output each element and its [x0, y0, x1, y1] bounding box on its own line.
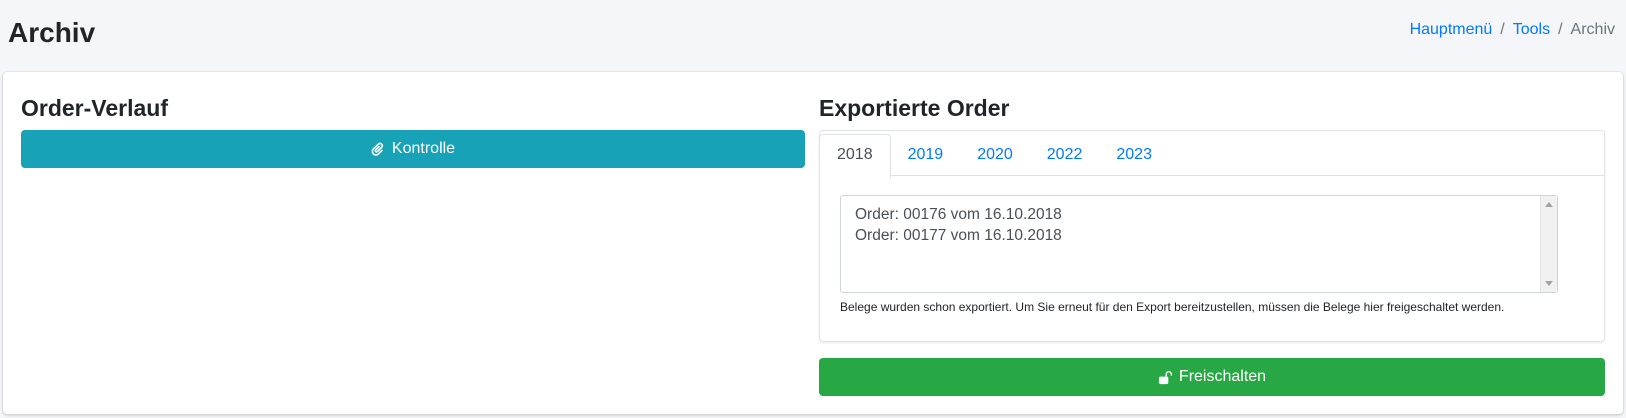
year-tabs-card: 2018 2019 2020 2022 2023 Order: 00176 vo… [819, 130, 1605, 342]
tab-2023[interactable]: 2023 [1099, 133, 1169, 175]
year-tabs: 2018 2019 2020 2022 2023 [819, 131, 1604, 179]
exported-orders-section: Exportierte Order 2018 2019 2020 2022 20… [819, 94, 1605, 396]
page-title: Archiv [8, 17, 96, 48]
paperclip-icon [371, 142, 384, 156]
scroll-down-icon[interactable] [1545, 281, 1553, 286]
tab-content: Order: 00176 vom 16.10.2018 Order: 00177… [820, 176, 1604, 315]
order-history-title: Order-Verlauf [21, 95, 168, 121]
freischalten-button[interactable]: Freischalten [819, 358, 1605, 396]
scroll-up-icon[interactable] [1545, 202, 1553, 207]
breadcrumb-current: Archiv [1570, 21, 1615, 38]
breadcrumb-hauptmenu[interactable]: Hauptmenü [1410, 20, 1493, 40]
list-item[interactable]: Order: 00177 vom 16.10.2018 [855, 225, 1557, 246]
breadcrumb: Hauptmenü / Tools / Archiv [1410, 20, 1615, 40]
orders-listbox[interactable]: Order: 00176 vom 16.10.2018 Order: 00177… [840, 195, 1558, 293]
order-history-section: Order-Verlauf Kontrolle [21, 94, 805, 168]
breadcrumb-separator: / [1558, 21, 1563, 38]
tab-2018[interactable]: 2018 [819, 134, 891, 179]
tab-2022[interactable]: 2022 [1030, 133, 1100, 175]
tab-2020[interactable]: 2020 [960, 133, 1030, 175]
unlock-icon [1158, 370, 1172, 384]
exported-orders-title: Exportierte Order [819, 95, 1010, 121]
kontrolle-button-label: Kontrolle [391, 140, 456, 157]
archive-card: Order-Verlauf Kontrolle Exportierte Orde… [3, 72, 1623, 414]
freischalten-button-label: Freischalten [1178, 368, 1267, 385]
listbox-scrollbar[interactable] [1540, 196, 1557, 292]
help-text: Belege wurden schon exportiert. Um Sie e… [840, 300, 1505, 314]
tab-2019[interactable]: 2019 [891, 133, 961, 175]
kontrolle-button[interactable]: Kontrolle [21, 130, 805, 168]
breadcrumb-tools[interactable]: Tools [1513, 20, 1550, 40]
unlock-wrap: Freischalten [819, 358, 1605, 396]
list-item[interactable]: Order: 00176 vom 16.10.2018 [855, 204, 1557, 225]
breadcrumb-separator: / [1500, 21, 1505, 38]
